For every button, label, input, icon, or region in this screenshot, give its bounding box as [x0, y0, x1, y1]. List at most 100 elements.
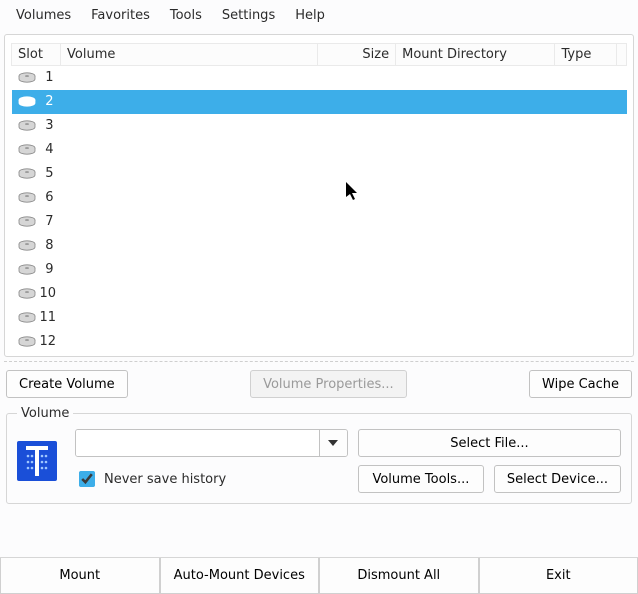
- table-row[interactable]: 5: [12, 162, 627, 186]
- cell-size: [318, 114, 396, 138]
- cell-size: [318, 162, 396, 186]
- never-save-history-checkbox[interactable]: Never save history: [75, 468, 348, 490]
- table-row[interactable]: 7: [12, 210, 627, 234]
- actions-row: Create Volume Volume Properties... Wipe …: [6, 370, 632, 398]
- drive-icon: [18, 144, 36, 156]
- slot-number: 7: [40, 214, 54, 229]
- drive-icon: [18, 264, 36, 276]
- wipe-cache-button[interactable]: Wipe Cache: [529, 370, 632, 398]
- table-row[interactable]: 11: [12, 306, 627, 330]
- app-window: Volumes Favorites Tools Settings Help Sl…: [0, 0, 638, 594]
- cell-size: [318, 258, 396, 282]
- volume-tools-button[interactable]: Volume Tools...: [358, 465, 484, 493]
- col-volume[interactable]: Volume: [61, 44, 318, 66]
- table-row[interactable]: 10: [12, 282, 627, 306]
- cell-size: [318, 330, 396, 354]
- cell-volume: [61, 282, 318, 306]
- select-device-button[interactable]: Select Device...: [494, 465, 621, 493]
- volume-path-combo[interactable]: [75, 429, 348, 457]
- cell-type: [555, 282, 616, 306]
- cell-size: [318, 234, 396, 258]
- col-mount[interactable]: Mount Directory: [396, 44, 555, 66]
- dismount-all-button[interactable]: Dismount All: [319, 558, 479, 594]
- drive-icon: [18, 336, 36, 348]
- cell-size: [318, 66, 396, 90]
- cell-mount: [396, 138, 555, 162]
- menu-label: Help: [295, 8, 325, 23]
- cell-size: [318, 138, 396, 162]
- cell-type: [555, 234, 616, 258]
- table-row[interactable]: 1: [12, 66, 627, 90]
- cell-mount: [396, 210, 555, 234]
- slot-number: 11: [40, 310, 55, 325]
- chevron-down-icon: [328, 440, 338, 446]
- cell-mount: [396, 66, 555, 90]
- cell-mount: [396, 258, 555, 282]
- cell-type: [555, 114, 616, 138]
- volume-path-dropdown[interactable]: [319, 430, 347, 456]
- cell-size: [318, 186, 396, 210]
- slot-number: 10: [40, 286, 55, 301]
- slot-number: 2: [40, 94, 54, 109]
- cell-mount: [396, 234, 555, 258]
- volume-properties-button: Volume Properties...: [250, 370, 407, 398]
- cell-type: [555, 90, 616, 114]
- cell-type: [555, 210, 616, 234]
- cell-volume: [61, 258, 318, 282]
- cell-mount: [396, 90, 555, 114]
- menu-volumes[interactable]: Volumes: [6, 3, 81, 28]
- auto-mount-button[interactable]: Auto-Mount Devices: [160, 558, 320, 594]
- menu-settings[interactable]: Settings: [212, 3, 285, 28]
- table-row[interactable]: 3: [12, 114, 627, 138]
- menu-tools[interactable]: Tools: [160, 3, 212, 28]
- cell-type: [555, 162, 616, 186]
- table-row[interactable]: 6: [12, 186, 627, 210]
- cell-volume: [61, 66, 318, 90]
- col-spacer: [616, 44, 626, 66]
- slot-number: 9: [40, 262, 54, 277]
- select-file-button[interactable]: Select File...: [358, 429, 621, 457]
- col-type[interactable]: Type: [555, 44, 616, 66]
- slot-number: 12: [40, 334, 55, 349]
- drive-icon: [18, 168, 36, 180]
- table-row[interactable]: 2: [12, 90, 627, 114]
- table-header-row: Slot Volume Size Mount Directory Type: [12, 44, 627, 66]
- slot-table[interactable]: Slot Volume Size Mount Directory Type 12…: [11, 43, 627, 354]
- never-save-history-label: Never save history: [104, 472, 226, 487]
- create-volume-button[interactable]: Create Volume: [6, 370, 128, 398]
- cell-size: [318, 210, 396, 234]
- cell-size: [318, 282, 396, 306]
- slot-number: 6: [40, 190, 54, 205]
- menu-label: Settings: [222, 8, 275, 23]
- volume-path-input[interactable]: [76, 430, 319, 456]
- mount-button[interactable]: Mount: [0, 558, 160, 594]
- cell-mount: [396, 306, 555, 330]
- slot-number: 5: [40, 166, 54, 181]
- menubar: Volumes Favorites Tools Settings Help: [0, 0, 638, 30]
- slot-panel: Slot Volume Size Mount Directory Type 12…: [4, 34, 634, 357]
- table-row[interactable]: 12: [12, 330, 627, 354]
- separator: [4, 361, 634, 362]
- cell-mount: [396, 282, 555, 306]
- cell-volume: [61, 186, 318, 210]
- menu-favorites[interactable]: Favorites: [81, 3, 160, 28]
- drive-icon: [18, 72, 36, 84]
- cell-type: [555, 66, 616, 90]
- cell-mount: [396, 186, 555, 210]
- col-slot[interactable]: Slot: [12, 44, 61, 66]
- menu-help[interactable]: Help: [285, 3, 335, 28]
- slot-number: 8: [40, 238, 54, 253]
- never-save-history-input[interactable]: [79, 471, 95, 487]
- drive-icon: [18, 288, 36, 300]
- footer-bar: Mount Auto-Mount Devices Dismount All Ex…: [0, 557, 638, 594]
- table-row[interactable]: 9: [12, 258, 627, 282]
- exit-button[interactable]: Exit: [479, 558, 638, 594]
- menu-label: Tools: [170, 8, 202, 23]
- app-logo-icon: [17, 441, 57, 481]
- col-size[interactable]: Size: [318, 44, 396, 66]
- cell-mount: [396, 114, 555, 138]
- table-row[interactable]: 4: [12, 138, 627, 162]
- cell-mount: [396, 162, 555, 186]
- cell-type: [555, 138, 616, 162]
- table-row[interactable]: 8: [12, 234, 627, 258]
